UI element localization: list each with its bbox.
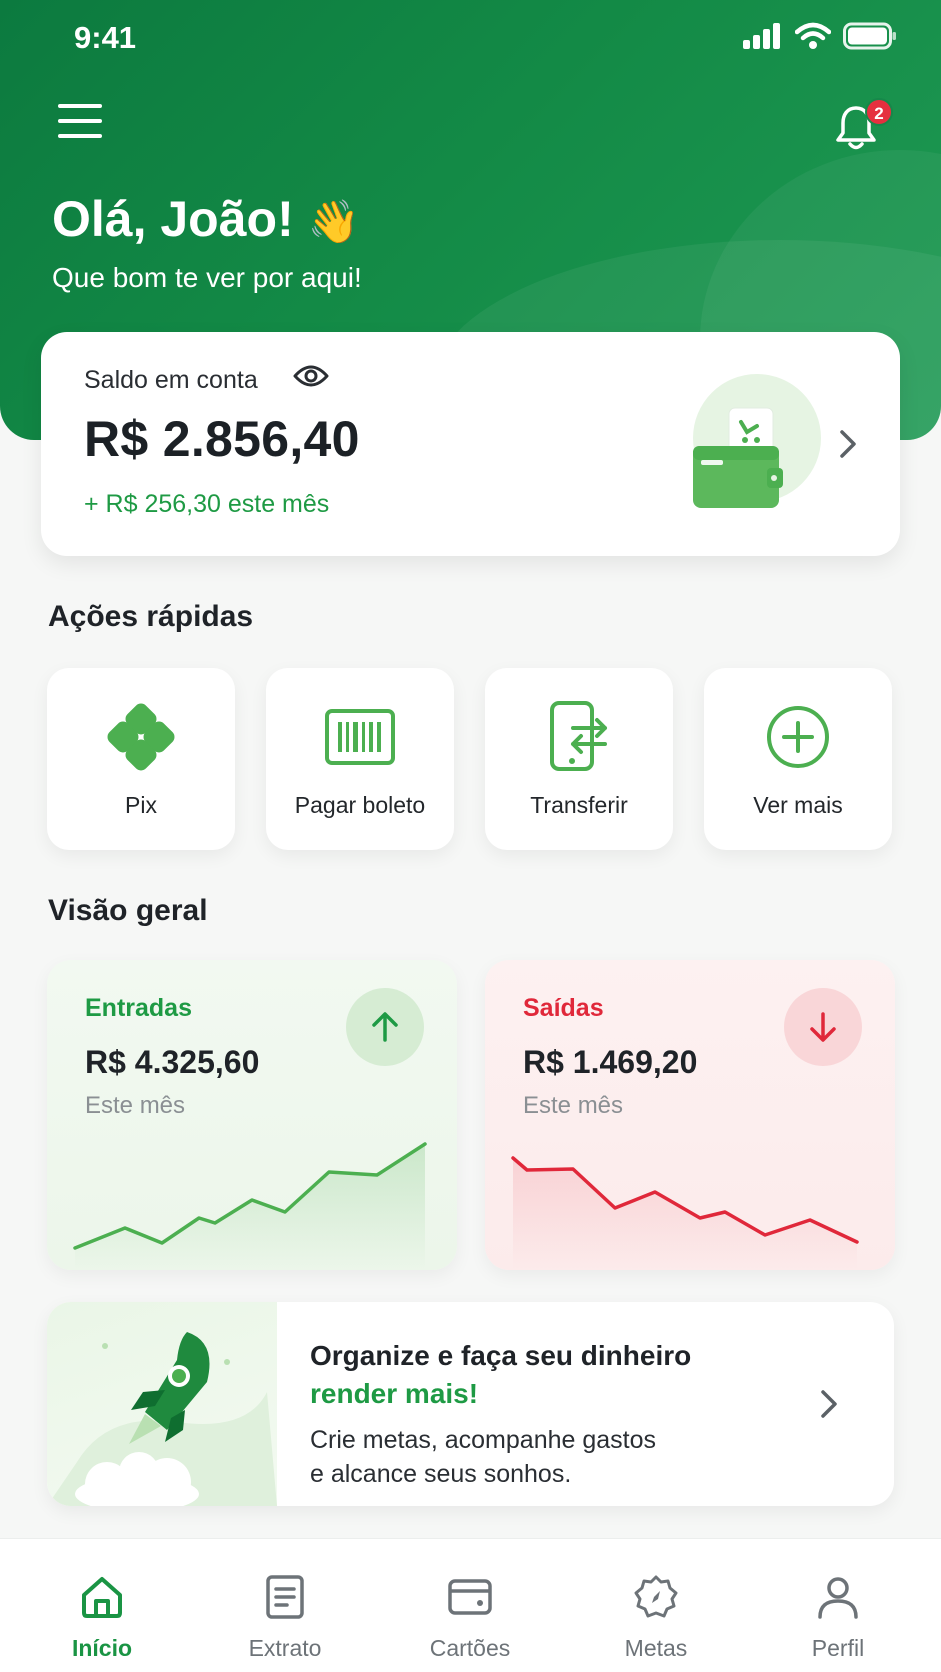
bottom-navigation: Início Extrato Cartões Metas Perfil	[0, 1538, 941, 1672]
nav-label: Metas	[624, 1635, 688, 1661]
greeting-title: Olá, João! 👋	[52, 190, 360, 248]
overview-title: Visão geral	[48, 894, 208, 927]
quick-actions-title: Ações rápidas	[48, 600, 254, 633]
greeting-text: Olá, João!	[52, 191, 294, 247]
target-icon	[634, 1575, 678, 1618]
nav-label: Extrato	[248, 1635, 322, 1661]
wallet-icon	[693, 374, 821, 508]
transfer-phone-icon	[550, 701, 607, 771]
quick-action-label: Ver mais	[753, 792, 843, 818]
promo-description: e alcance seus sonhos.	[310, 1460, 572, 1488]
expenses-value: R$ 1.469,20	[523, 1044, 698, 1080]
income-sparkline	[73, 1142, 427, 1270]
promo-illustration	[47, 1302, 277, 1506]
promo-banner[interactable]: Organize e faça seu dinheiro render mais…	[47, 1302, 894, 1506]
balance-label: Saldo em conta	[84, 366, 258, 394]
nav-item-inicio[interactable]: Início	[27, 1539, 177, 1672]
home-icon	[82, 1577, 122, 1618]
arrow-down-icon	[784, 988, 862, 1066]
income-title: Entradas	[85, 994, 192, 1022]
wifi-icon	[795, 22, 831, 49]
quick-action-pagar-boleto[interactable]: Pagar boleto	[266, 668, 454, 850]
quick-action-pix[interactable]: Pix	[47, 668, 235, 850]
wave-emoji-icon: 👋	[307, 198, 360, 245]
balance-card[interactable]: Saldo em conta R$ 2.856,40 + R$ 256,30 e…	[41, 332, 900, 556]
notification-badge: 2	[865, 98, 893, 126]
nav-label: Perfil	[811, 1635, 865, 1661]
status-bar: 9:41	[0, 0, 941, 80]
income-card[interactable]: Entradas R$ 4.325,60 Este mês	[47, 960, 457, 1270]
menu-icon[interactable]	[58, 104, 102, 144]
balance-value: R$ 2.856,40	[84, 411, 360, 467]
promo-title-highlight: render mais!	[310, 1378, 479, 1409]
promo-description: Crie metas, acompanhe gastos	[310, 1426, 657, 1454]
nav-item-cartoes[interactable]: Cartões	[395, 1539, 545, 1672]
signal-icon	[743, 23, 780, 49]
chevron-right-icon[interactable]	[836, 424, 860, 464]
card-icon	[448, 1579, 492, 1615]
quick-action-ver-mais[interactable]: Ver mais	[704, 668, 892, 850]
chevron-right-icon[interactable]	[817, 1384, 841, 1424]
expenses-sparkline	[511, 1156, 859, 1270]
greeting-subtitle: Que bom te ver por aqui!	[52, 262, 362, 293]
arrow-up-icon	[346, 988, 424, 1066]
plus-circle-icon	[767, 706, 829, 768]
nav-label: Início	[71, 1635, 133, 1661]
eye-icon[interactable]	[293, 364, 329, 388]
battery-icon	[843, 22, 896, 50]
balance-change: + R$ 256,30 este mês	[84, 490, 330, 518]
status-time: 9:41	[74, 20, 137, 55]
rocket-icon	[47, 1332, 277, 1506]
nav-item-extrato[interactable]: Extrato	[210, 1539, 360, 1672]
quick-action-label: Transferir	[530, 792, 628, 818]
pix-icon	[107, 703, 175, 771]
income-value: R$ 4.325,60	[85, 1044, 260, 1080]
status-icons	[743, 22, 897, 50]
quick-action-label: Pix	[125, 792, 157, 818]
quick-action-label: Pagar boleto	[294, 792, 426, 818]
promo-title: Organize e faça seu dinheiro	[310, 1340, 692, 1371]
expenses-card[interactable]: Saídas R$ 1.469,20 Este mês	[485, 960, 895, 1270]
nav-item-metas[interactable]: Metas	[581, 1539, 731, 1672]
barcode-icon	[325, 709, 395, 765]
nav-label: Cartões	[429, 1635, 511, 1661]
quick-action-transferir[interactable]: Transferir	[485, 668, 673, 850]
nav-item-perfil[interactable]: Perfil	[763, 1539, 913, 1672]
statement-icon	[266, 1575, 304, 1619]
profile-icon	[818, 1577, 858, 1619]
notifications-button[interactable]: 2	[832, 98, 893, 154]
expenses-title: Saídas	[523, 994, 604, 1022]
